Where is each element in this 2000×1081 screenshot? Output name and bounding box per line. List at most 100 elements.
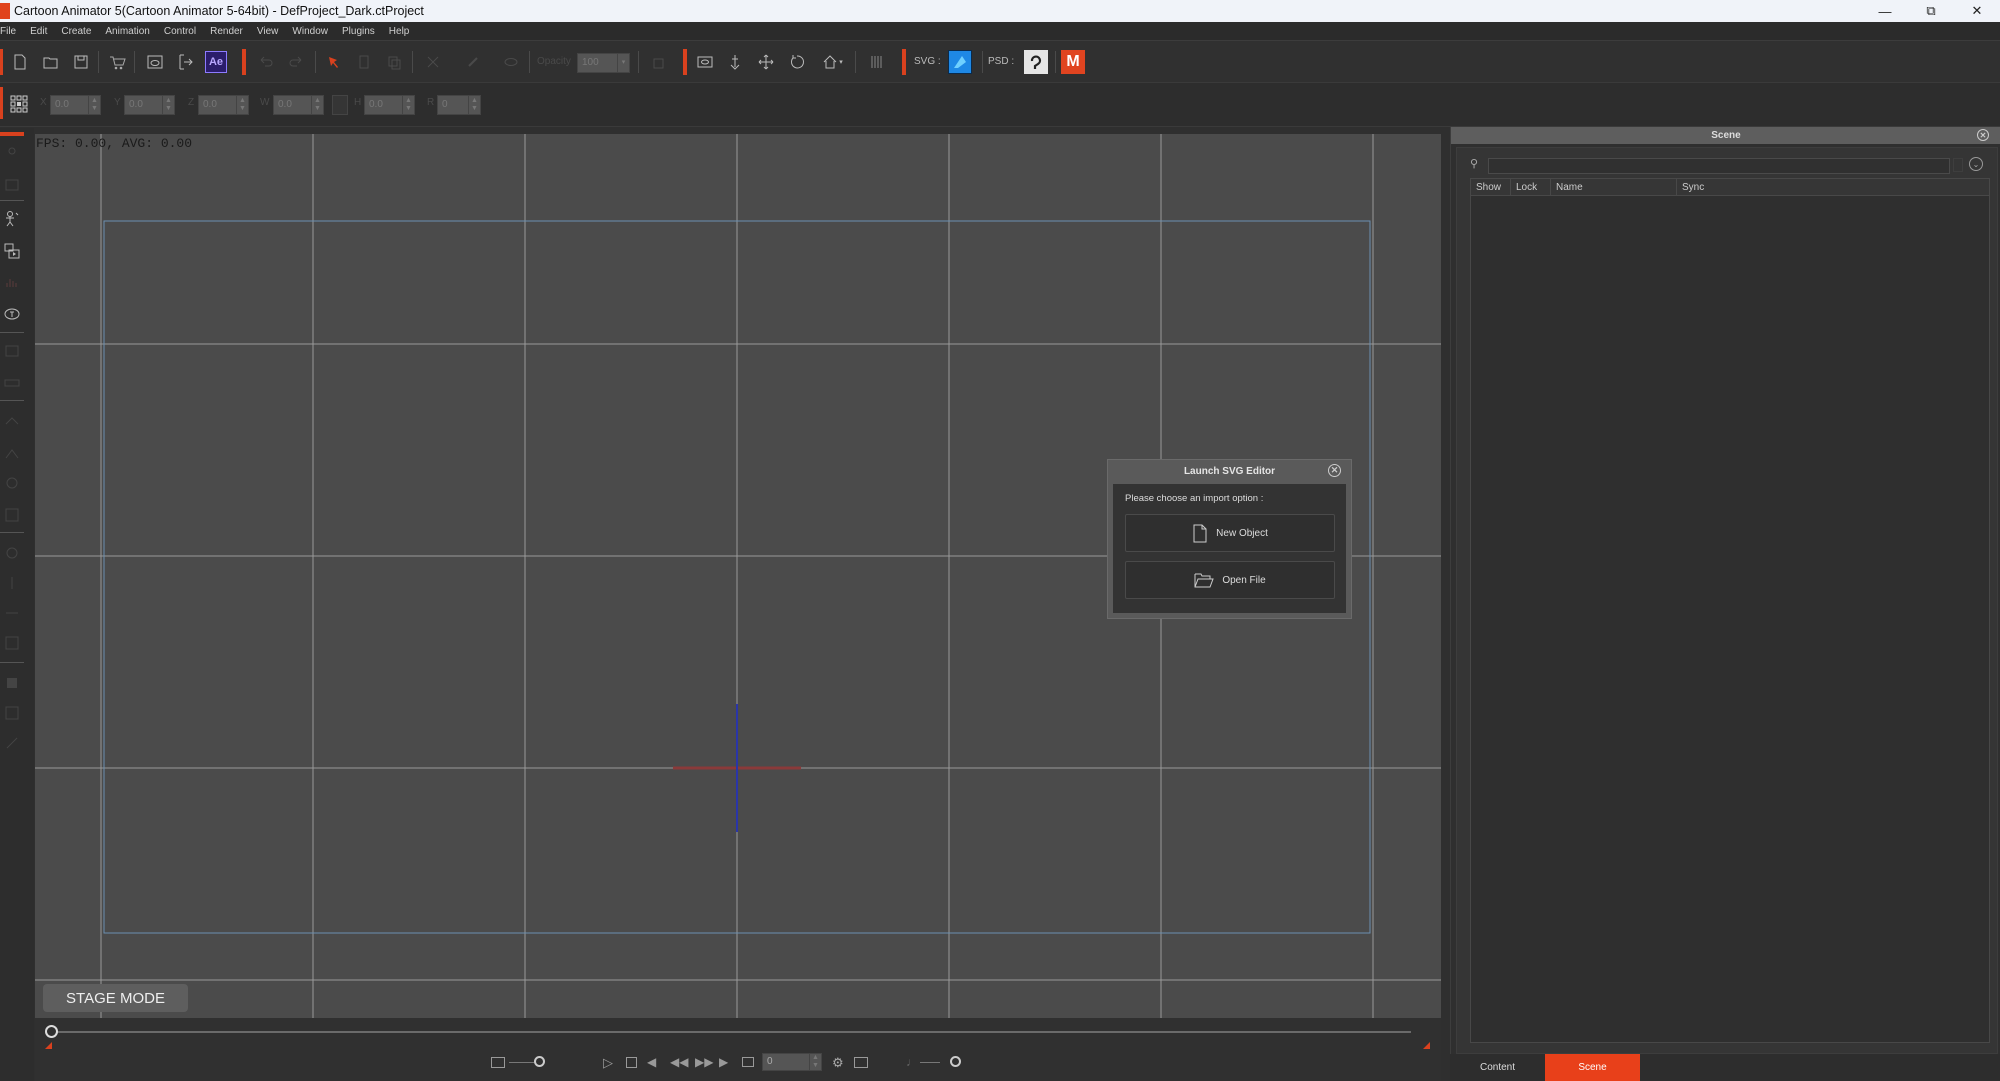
redo-icon[interactable]	[285, 51, 307, 73]
anchor-icon[interactable]	[724, 51, 746, 73]
r-stepper[interactable]: ▲ ▼	[468, 96, 480, 114]
timeline-track[interactable]	[51, 1031, 1411, 1033]
start-marker-icon[interactable]	[45, 1042, 52, 1049]
menu-view[interactable]: View	[250, 26, 286, 37]
volume-track[interactable]	[920, 1062, 940, 1063]
delete-icon[interactable]	[353, 51, 375, 73]
menu-create[interactable]: Create	[54, 26, 98, 37]
menu-help[interactable]: Help	[382, 26, 417, 37]
settings-gear-icon[interactable]: ⚙	[832, 1055, 844, 1071]
last-frame-icon[interactable]: ▶︎	[719, 1055, 728, 1069]
timeline-tool-icon[interactable]	[3, 342, 21, 360]
m-plugin-icon[interactable]: M	[1061, 50, 1085, 74]
undo-icon[interactable]	[255, 51, 277, 73]
music-note-icon[interactable]: ♩	[906, 1055, 918, 1069]
z-field[interactable]: 0.0 ▲ ▼	[198, 95, 249, 115]
tab-scene[interactable]: Scene	[1545, 1054, 1640, 1081]
link-icon[interactable]	[462, 51, 484, 73]
menu-render[interactable]: Render	[203, 26, 250, 37]
z-stepper[interactable]: ▲ ▼	[236, 96, 248, 114]
brush-tool-icon[interactable]	[3, 734, 21, 752]
h-stepper[interactable]: ▲ ▼	[402, 96, 414, 114]
affinity-designer-icon[interactable]	[948, 50, 972, 74]
align-grid-icon[interactable]	[8, 93, 30, 115]
end-marker-icon[interactable]	[1423, 1042, 1430, 1049]
new-file-icon[interactable]	[9, 51, 31, 73]
move-icon[interactable]	[755, 51, 777, 73]
volume-knob[interactable]	[950, 1056, 961, 1067]
menu-plugins[interactable]: Plugins	[335, 26, 382, 37]
bone-tool-icon[interactable]	[3, 574, 21, 592]
opacity-field[interactable]: 100 ▾	[577, 53, 630, 73]
motion-tool-icon[interactable]	[3, 412, 21, 430]
duplicate-icon[interactable]	[383, 51, 405, 73]
minimize-button[interactable]: —	[1862, 0, 1908, 22]
flip-icon[interactable]	[864, 51, 886, 73]
column-name[interactable]: Name	[1551, 179, 1677, 195]
new-object-button[interactable]: New Object	[1125, 514, 1335, 552]
select-arrow-icon[interactable]	[323, 51, 345, 73]
lock-ratio-button[interactable]	[332, 95, 348, 115]
menu-window[interactable]: Window	[285, 26, 335, 37]
stage-mode-button[interactable]: STAGE MODE	[43, 984, 188, 1012]
first-frame-icon[interactable]: ◀︎	[647, 1055, 656, 1069]
column-sync[interactable]: Sync	[1677, 179, 1989, 195]
y-field[interactable]: 0.0 ▲ ▼	[124, 95, 175, 115]
prev-frame-icon[interactable]: ◀◀	[670, 1055, 688, 1069]
x-field[interactable]: 0.0 ▲ ▼	[50, 95, 101, 115]
sprite-tool-icon[interactable]	[3, 544, 21, 562]
camera-icon[interactable]	[694, 51, 716, 73]
audio-icon[interactable]	[3, 274, 21, 292]
visibility-icon[interactable]	[500, 51, 522, 73]
menu-animation[interactable]: Animation	[98, 26, 156, 37]
play-icon[interactable]: ▷	[603, 1055, 613, 1071]
filter-dropdown-icon[interactable]: ⌄	[1969, 157, 1983, 171]
x-stepper[interactable]: ▲ ▼	[88, 96, 100, 114]
close-button[interactable]: ✕	[1954, 0, 2000, 22]
stop-icon[interactable]	[626, 1057, 637, 1068]
open-folder-icon[interactable]	[40, 51, 62, 73]
store-cart-icon[interactable]	[106, 51, 128, 73]
character-tool-icon[interactable]	[3, 146, 21, 164]
r-field[interactable]: 0 ▲ ▼	[437, 95, 481, 115]
home-icon[interactable]: ▾	[817, 51, 847, 73]
fill-tool-icon[interactable]	[3, 674, 21, 692]
timeline-panel-icon[interactable]	[854, 1057, 868, 1068]
frame-field[interactable]: 0 ▲ ▼	[762, 1053, 822, 1071]
menu-control[interactable]: Control	[157, 26, 203, 37]
tab-content[interactable]: Content	[1450, 1054, 1545, 1081]
export-icon[interactable]	[174, 51, 196, 73]
frame-stepper[interactable]: ▲ ▼	[809, 1054, 821, 1070]
timeline-scrubber[interactable]	[45, 1025, 58, 1038]
grid-tool-icon[interactable]	[3, 634, 21, 652]
w-field[interactable]: 0.0 ▲ ▼	[273, 95, 324, 115]
dialog-close-icon[interactable]: ✕	[1328, 464, 1341, 477]
media-import-icon[interactable]	[3, 242, 21, 260]
character-composer-icon[interactable]	[3, 210, 21, 228]
perform-tool-icon[interactable]	[3, 506, 21, 524]
rotate-icon[interactable]	[786, 51, 808, 73]
y-stepper[interactable]: ▲ ▼	[162, 96, 174, 114]
loop-icon[interactable]	[742, 1057, 754, 1067]
preview-icon[interactable]	[144, 51, 166, 73]
face-tool-icon[interactable]	[3, 474, 21, 492]
h-field[interactable]: 0.0 ▲ ▼	[364, 95, 415, 115]
stage-viewport[interactable]: FPS: 0.00, AVG: 0.00 STAGE MODE Launch S…	[35, 134, 1441, 1018]
scene-search-input[interactable]	[1488, 158, 1950, 174]
cut-icon[interactable]	[422, 51, 444, 73]
deform-tool-icon[interactable]	[3, 604, 21, 622]
menu-file[interactable]: File	[0, 26, 23, 37]
column-show[interactable]: Show	[1471, 179, 1511, 195]
scene-tool-icon[interactable]	[3, 176, 21, 194]
panel-close-icon[interactable]: ✕	[1977, 129, 1989, 141]
table-tool-icon[interactable]	[3, 704, 21, 722]
subtitle-volume-track[interactable]	[509, 1062, 534, 1063]
subtitle-volume-knob[interactable]	[534, 1056, 545, 1067]
layer-tool-icon[interactable]	[3, 374, 21, 392]
subtitle-icon[interactable]	[491, 1057, 505, 1068]
clear-search-icon[interactable]	[1953, 158, 1963, 172]
after-effects-icon[interactable]: Ae	[205, 51, 227, 73]
clip-studio-icon[interactable]	[1024, 50, 1048, 74]
opacity-dropdown-icon[interactable]: ▾	[617, 54, 629, 72]
open-file-button[interactable]: Open File	[1125, 561, 1335, 599]
